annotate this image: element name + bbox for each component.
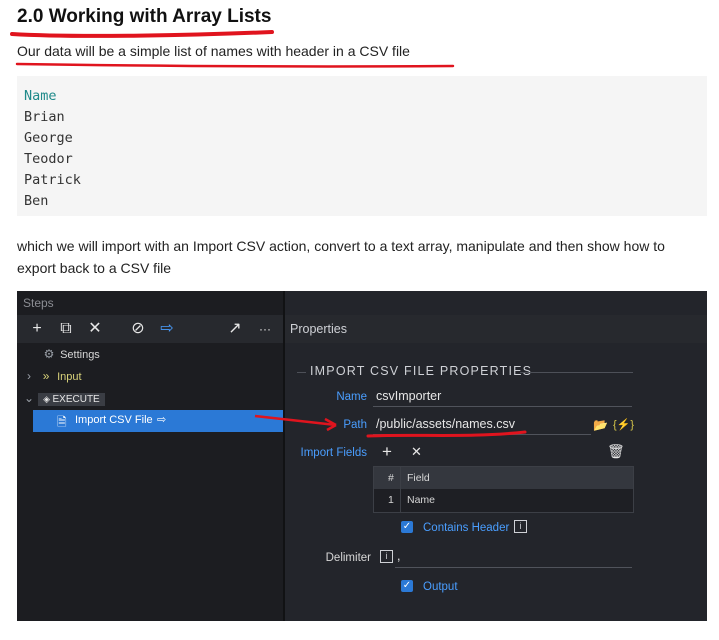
path-annotation	[254, 414, 527, 438]
